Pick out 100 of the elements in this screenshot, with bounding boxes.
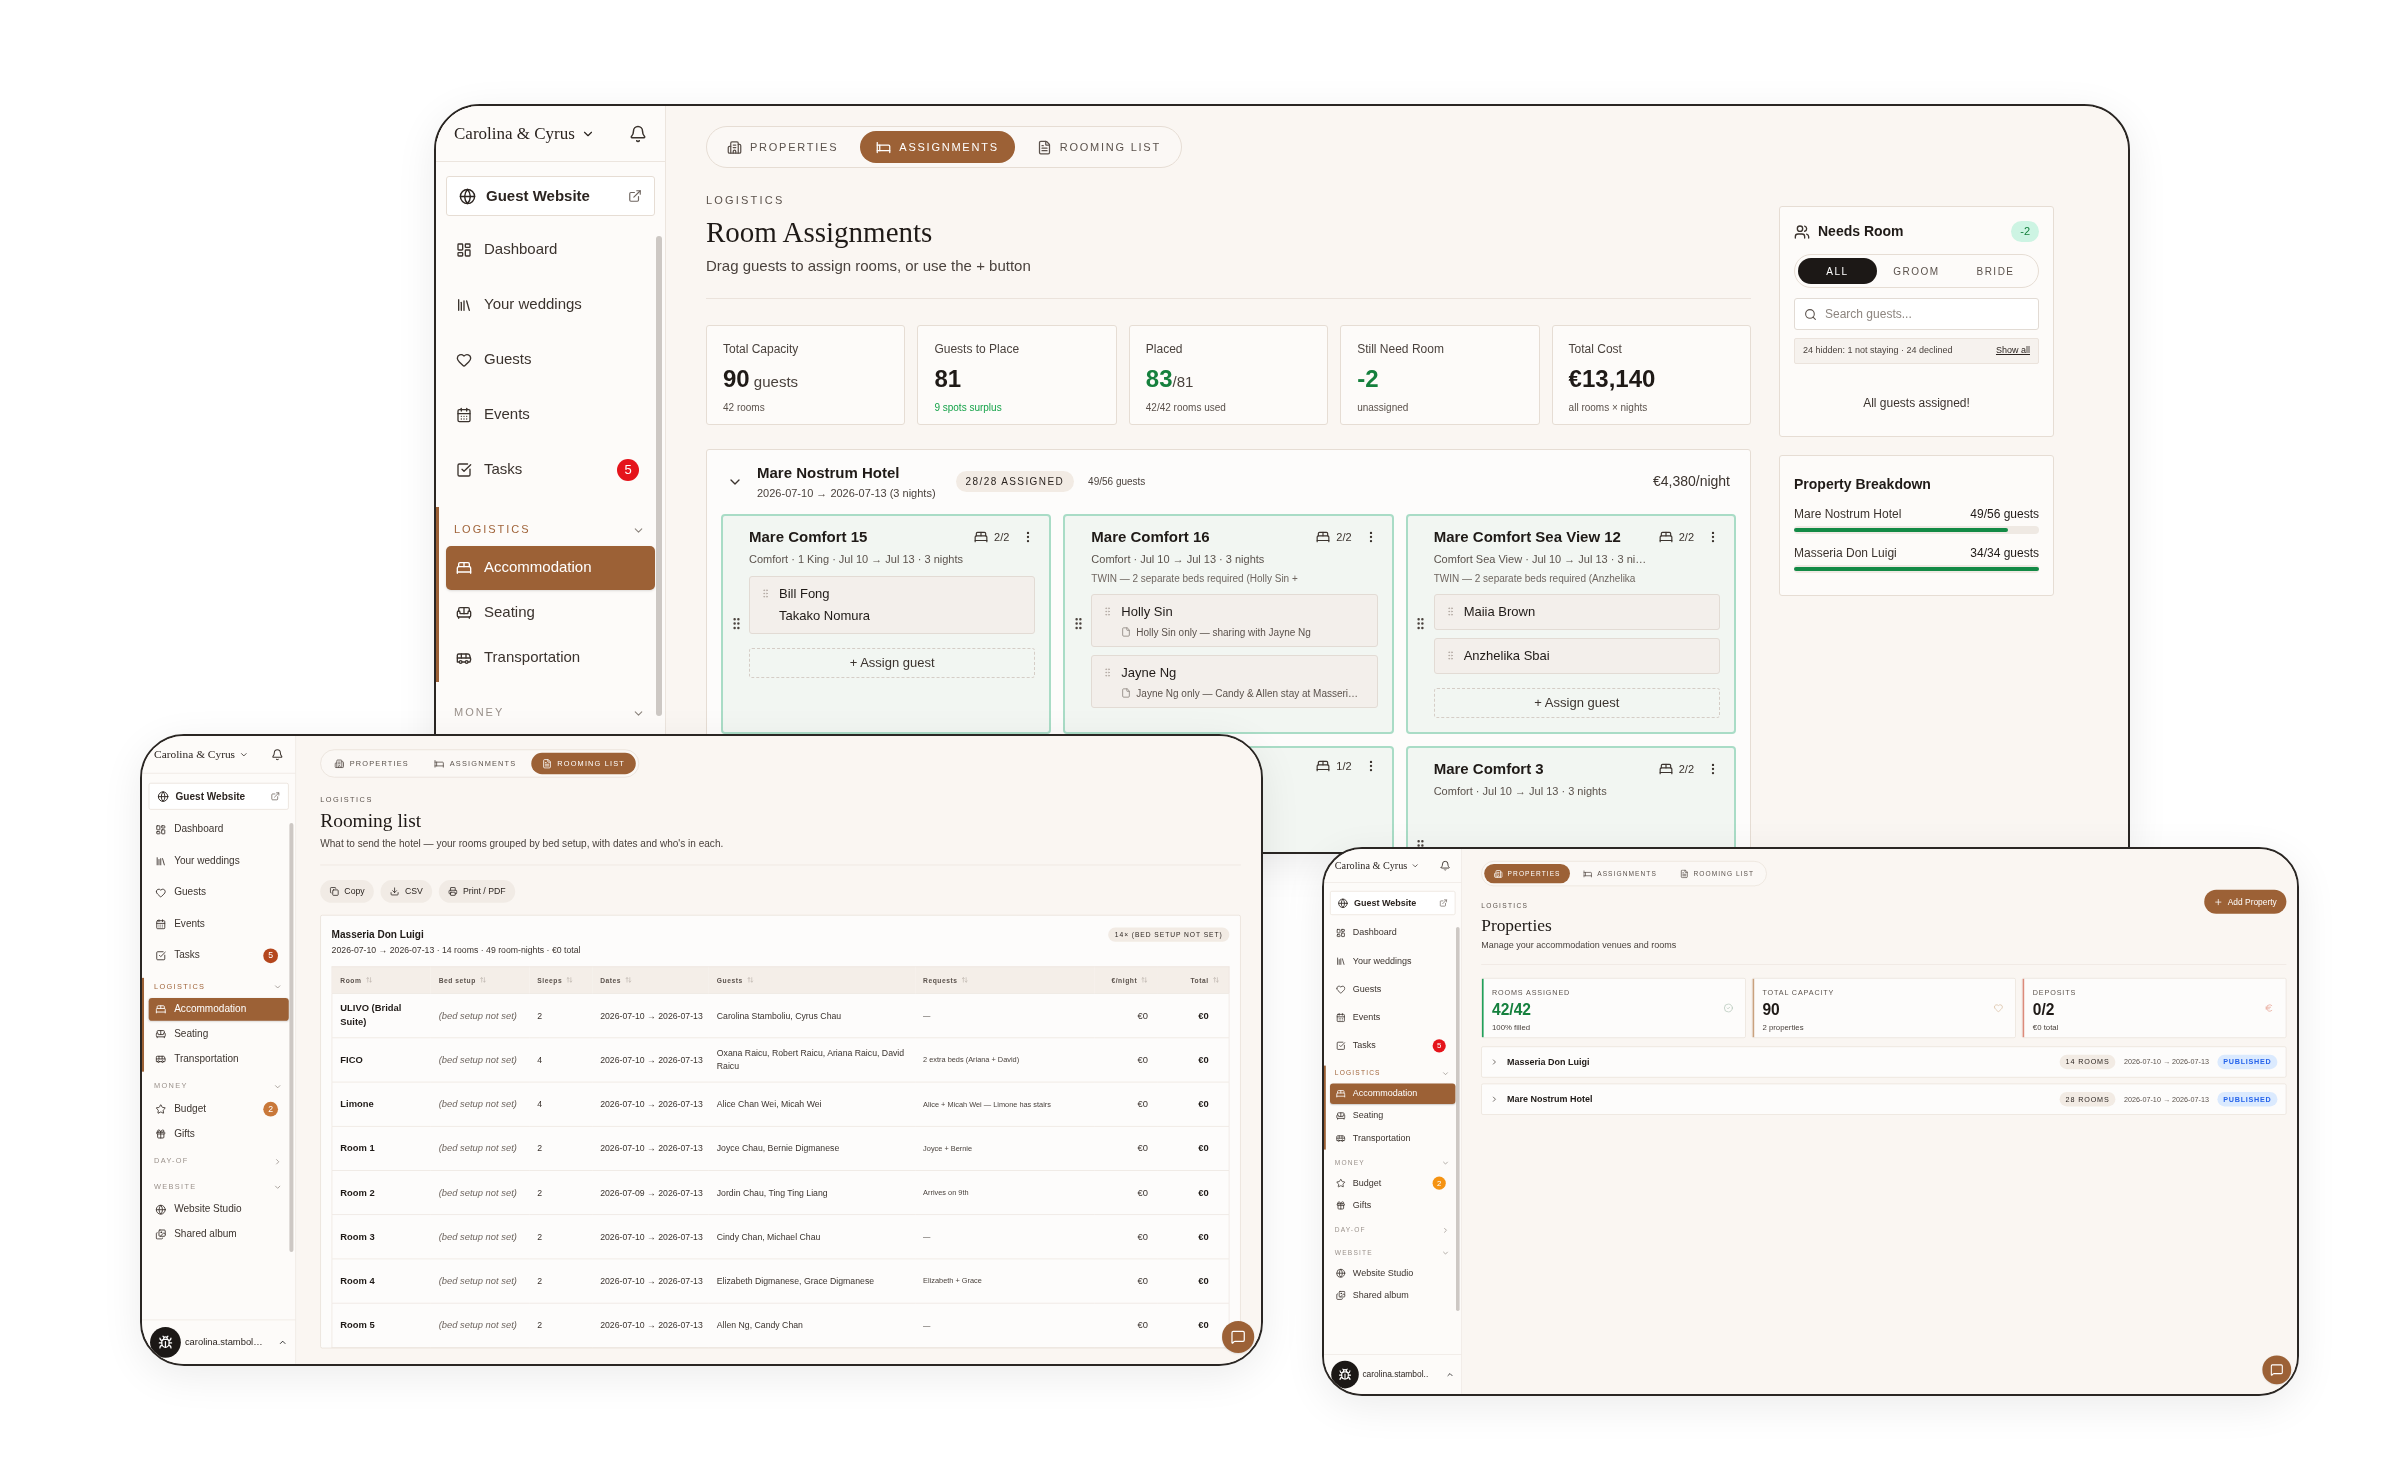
room-occupancy: 2/2 <box>1678 761 1694 777</box>
nav-item[interactable]: Guests <box>446 337 655 382</box>
sofa-icon <box>456 604 472 621</box>
action-button[interactable]: CSV <box>380 879 433 903</box>
room-note: TWIN — 2 separate beds required (Anzhelika <box>1433 571 1637 586</box>
nav-item[interactable]: Shared album <box>1330 1284 1456 1306</box>
property-name: Masseria Don Luigi <box>1794 545 1897 562</box>
table-cell: Alice Chan Wei, Micah Wei <box>708 1081 916 1127</box>
assign-guest-button[interactable]: + Assign guest <box>749 647 1036 678</box>
building-icon <box>727 139 742 155</box>
guest-chip[interactable]: Holly Sin Holly Sin only — sharing with Jayne Ng <box>1091 593 1378 647</box>
nav-item[interactable]: Seating <box>1330 1105 1456 1126</box>
chat-button[interactable] <box>2262 1355 2292 1385</box>
table-cell: Elizabeth Digmanese, Grace Digmanese <box>708 1258 916 1303</box>
nav-item[interactable]: Shared album <box>148 1222 289 1246</box>
stat-note: 42 rooms <box>723 400 766 415</box>
nav-item[interactable]: Your weddings <box>1330 950 1456 972</box>
workspace-switcher[interactable]: Carolina & Cyrus <box>454 120 595 147</box>
nav-item[interactable]: Events <box>446 392 655 437</box>
action-button[interactable]: Print / PDF <box>438 879 515 903</box>
nav-item[interactable]: Transportation <box>446 635 655 680</box>
page-subtitle: Manage your accommodation venues and rooms <box>1481 938 1677 952</box>
room-note: TWIN — 2 separate beds required (Holly Sin + <box>1091 571 1299 586</box>
table-cell: (bed setup not set) <box>430 1258 530 1303</box>
action-button[interactable]: Copy <box>320 879 375 903</box>
workspace-switcher[interactable]: Carolina & Cyrus <box>1334 857 1420 874</box>
nav-item[interactable]: Guests <box>1330 978 1456 1000</box>
filter-tab[interactable]: GROOM <box>1877 258 1956 284</box>
nav-item[interactable]: Transportation <box>148 1047 289 1070</box>
tab[interactable]: ASSIGNMENTS <box>860 131 1015 163</box>
guest-chip[interactable]: Anzhelika Sbai <box>1433 637 1720 674</box>
nav-item[interactable]: Dashboard <box>446 227 655 272</box>
nav-item[interactable]: Dashboard <box>148 818 289 841</box>
nav-item[interactable]: Accommodation <box>446 545 655 590</box>
nav-item[interactable]: Transportation <box>1330 1127 1456 1149</box>
page-title: Properties <box>1481 914 1553 935</box>
table-cell: €0 <box>1094 1258 1158 1303</box>
guest-website-link[interactable]: Guest Website <box>446 176 655 216</box>
nav-item[interactable]: Accommodation <box>1330 1083 1456 1104</box>
nav-item[interactable]: Seating <box>446 590 655 635</box>
scrollbar[interactable] <box>656 236 662 716</box>
user-name: carolina.stambol.. <box>1362 1368 1430 1381</box>
page-subtitle: Drag guests to assign rooms, or use the + button <box>706 256 1032 277</box>
nav-item[interactable]: Gifts <box>1330 1194 1456 1216</box>
bell-icon[interactable] <box>629 124 647 143</box>
guest-note: Holly Sin only — sharing with Jayne Ng <box>1136 625 1311 640</box>
search-field[interactable]: Search guests... <box>1794 298 2039 330</box>
show-all-link[interactable]: Show all <box>1995 344 2030 358</box>
nav-item[interactable]: Budget 2 <box>148 1097 289 1121</box>
property-name: Mare Nostrum Hotel <box>757 463 901 484</box>
table-cell: Room 3 <box>331 1214 431 1259</box>
count-badge: -2 <box>2011 221 2039 242</box>
property-name: Mare Nostrum Hotel <box>1507 1092 1594 1106</box>
filter-tab[interactable]: BRIDE <box>1956 258 2035 284</box>
nav-item[interactable]: Tasks 5 <box>148 944 289 967</box>
chat-button[interactable] <box>1222 1320 1255 1354</box>
user-name: carolina.stambol… <box>184 1335 264 1350</box>
table-cell: 2 <box>529 1303 593 1348</box>
checkbox-icon <box>456 461 472 478</box>
table-cell: Cindy Chan, Michael Chau <box>708 1214 916 1259</box>
hidden-guests-info: 24 hidden: 1 not staying · 24 declined <box>1803 344 1953 358</box>
assign-guest-button[interactable]: + Assign guest <box>1433 687 1720 718</box>
nav-item[interactable]: Your weddings <box>446 282 655 327</box>
stat-label: Total Cost <box>1568 340 1623 358</box>
filter-tab[interactable]: ALL <box>1798 258 1877 284</box>
nav-item[interactable]: Events <box>148 912 289 936</box>
nav-item[interactable]: Website Studio <box>148 1197 289 1221</box>
bug-avatar-icon[interactable] <box>1331 1360 1359 1389</box>
bug-avatar-icon[interactable] <box>150 1326 181 1358</box>
nav-item[interactable]: Accommodation <box>148 997 289 1021</box>
table-cell: ULIVO (Bridal Suite) <box>331 993 431 1038</box>
nav-item[interactable]: Events <box>1330 1007 1456 1028</box>
scrollbar[interactable] <box>289 823 294 1252</box>
room-name: Mare Comfort Sea View 12 <box>1433 526 1621 547</box>
tab[interactable]: ROOMING LIST <box>1020 131 1177 163</box>
table-cell: 2026-07-10 → 2026-07-13 <box>592 1258 709 1303</box>
guest-chip[interactable]: Jayne Ng Jayne Ng only — Candy & Allen stay at Masseri… <box>1091 654 1378 708</box>
table-cell: (bed setup not set) <box>430 1303 530 1348</box>
nav-item[interactable]: Tasks 5 <box>446 447 655 492</box>
workspace-switcher[interactable]: Carolina & Cyrus <box>154 745 249 763</box>
bed-icon <box>876 139 892 155</box>
page-title: Rooming list <box>320 808 423 832</box>
table-cell: 2026-07-10 → 2026-07-13 <box>592 993 709 1038</box>
nav-item[interactable]: Seating <box>148 1022 289 1046</box>
nav-item[interactable]: Website Studio <box>1330 1262 1456 1284</box>
nav-item[interactable]: Gifts <box>148 1122 289 1146</box>
bed-icon <box>1316 759 1331 774</box>
guest-chip[interactable]: Maiia Brown <box>1433 593 1720 630</box>
guest-chip[interactable]: Bill Fong Takako Nomura <box>749 575 1036 634</box>
nav-item[interactable]: Your weddings <box>148 849 289 873</box>
nav-item[interactable]: Guests <box>148 881 289 904</box>
tab[interactable]: PROPERTIES <box>711 131 855 163</box>
table-cell: €0 <box>1094 993 1158 1038</box>
add-property-button[interactable]: Add Property <box>2204 889 2287 914</box>
stat-note: unassigned <box>1357 400 1410 415</box>
table-cell: 2026-07-10 → 2026-07-13 <box>592 1214 709 1259</box>
guest-website-link[interactable]: Guest Website <box>148 782 289 810</box>
guest-website-link[interactable]: Guest Website <box>1330 891 1456 915</box>
nav-item[interactable]: Dashboard <box>1330 922 1456 943</box>
scrollbar[interactable] <box>1456 927 1460 1311</box>
